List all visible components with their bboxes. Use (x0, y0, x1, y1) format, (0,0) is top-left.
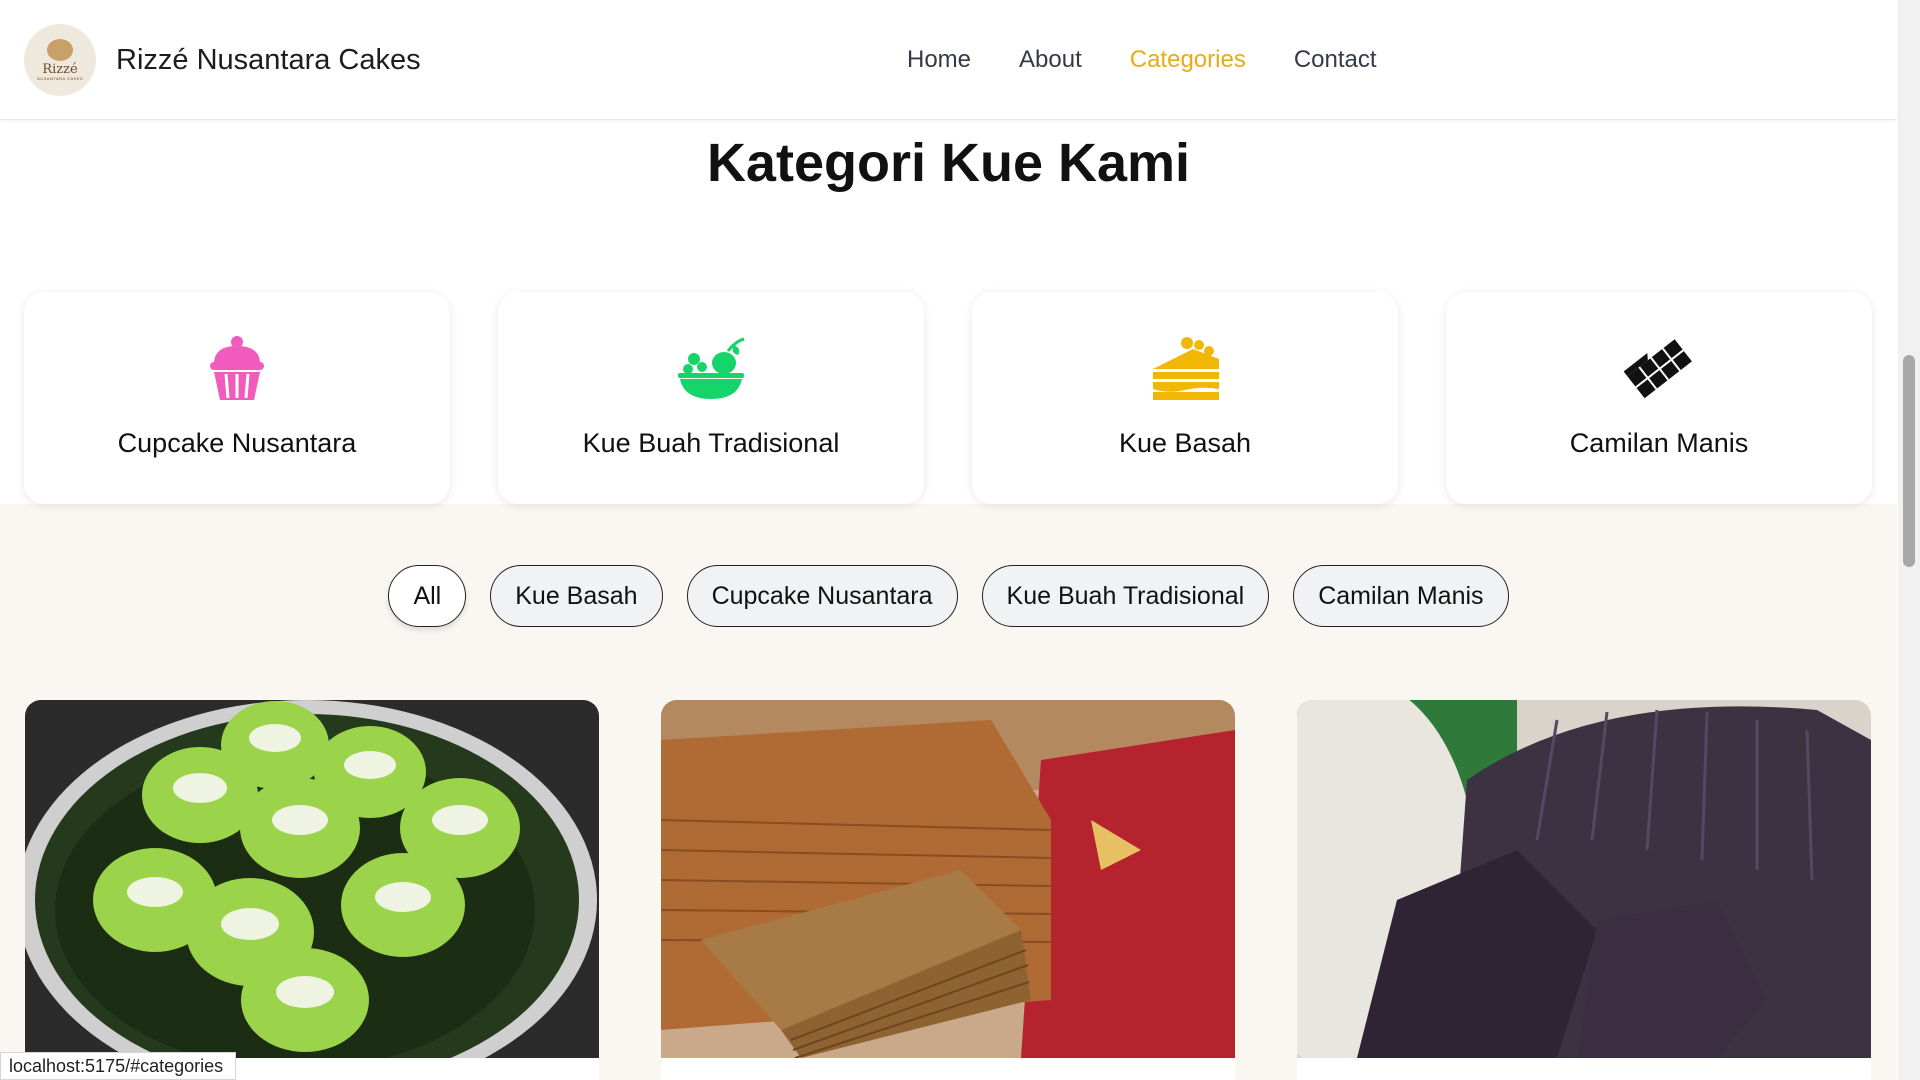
product-card-body (1297, 1058, 1871, 1080)
category-label: Kue Basah (1118, 428, 1252, 458)
category-card-cupcake[interactable]: Cupcake Nusantara (24, 292, 450, 504)
product-image-green-cakes[interactable] (25, 700, 599, 1058)
cake-slice-icon (1149, 332, 1221, 404)
logo-text: Rizzé (42, 62, 78, 77)
product-image-layer-cake[interactable] (661, 700, 1235, 1058)
section-title: Kategori Kue Kami (706, 133, 1191, 193)
category-card-camilan[interactable]: Camilan Manis (1446, 292, 1872, 504)
product-card-body (661, 1058, 1235, 1080)
nav-categories[interactable]: Categories (1130, 46, 1246, 74)
category-label: Cupcake Nusantara (117, 428, 357, 458)
brand-name[interactable]: Rizzé Nusantara Cakes (116, 44, 421, 77)
fruit-bowl-icon (675, 332, 747, 404)
scrollbar-thumb[interactable] (1903, 355, 1915, 567)
nav-contact[interactable]: Contact (1294, 46, 1377, 74)
logo-emblem-icon (47, 39, 73, 61)
filter-camilan-manis[interactable]: Camilan Manis (1293, 565, 1509, 627)
nav-home[interactable]: Home (907, 46, 971, 74)
cupcake-icon (201, 332, 273, 404)
main-nav: Home About Categories Contact (907, 46, 1377, 74)
filter-kue-buah-tradisional[interactable]: Kue Buah Tradisional (981, 565, 1270, 627)
status-url: localhost:5175/#categories (0, 1052, 237, 1080)
product-card[interactable] (1297, 700, 1871, 1080)
chocolate-bar-icon (1623, 332, 1695, 404)
site-header: Rizzé NUSANTARA CAKES Rizzé Nusantara Ca… (0, 0, 1897, 120)
category-label: Camilan Manis (1569, 428, 1749, 458)
category-label: Kue Buah Tradisional (582, 428, 840, 458)
brand[interactable]: Rizzé NUSANTARA CAKES Rizzé Nusantara Ca… (24, 24, 421, 96)
filter-kue-basah[interactable]: Kue Basah (490, 565, 663, 627)
product-card[interactable] (661, 700, 1235, 1080)
filter-cupcake-nusantara[interactable]: Cupcake Nusantara (686, 565, 958, 627)
filter-all[interactable]: All (388, 565, 467, 627)
logo-subtext: NUSANTARA CAKES (36, 76, 84, 81)
logo[interactable]: Rizzé NUSANTARA CAKES (24, 24, 96, 96)
category-cards: Cupcake Nusantara Kue Buah Tradisional K… (24, 292, 1872, 504)
page-scrollbar[interactable] (1898, 0, 1920, 1080)
category-card-kue-basah[interactable]: Kue Basah (972, 292, 1398, 504)
product-card[interactable] (25, 700, 599, 1080)
category-filters: All Kue Basah Cupcake Nusantara Kue Buah… (0, 565, 1897, 627)
product-grid (25, 700, 1871, 1080)
nav-about[interactable]: About (1019, 46, 1082, 74)
category-card-fruit[interactable]: Kue Buah Tradisional (498, 292, 924, 504)
product-image-black-cake[interactable] (1297, 700, 1871, 1058)
